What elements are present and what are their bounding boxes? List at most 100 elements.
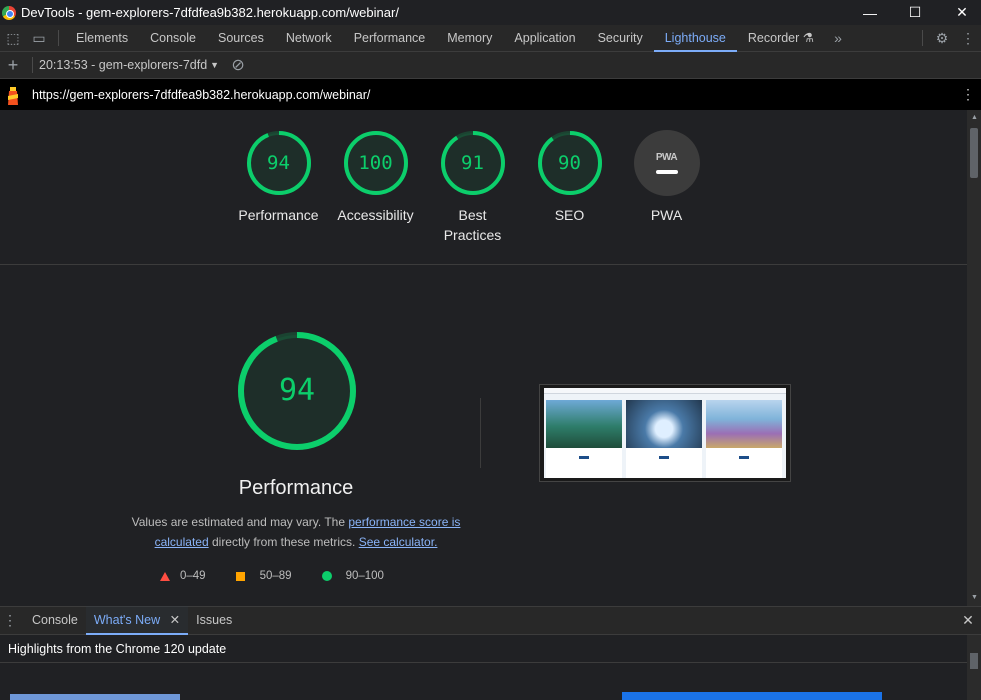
gauge-ring: 100 (343, 130, 409, 196)
report-url[interactable]: https://gem-explorers-7dfdfea9b382.herok… (32, 88, 370, 102)
legend-label: 90–100 (345, 570, 384, 582)
tab-sources[interactable]: Sources (207, 25, 275, 52)
divider (922, 30, 923, 46)
red-triangle-icon (160, 571, 170, 581)
more-options-icon[interactable]: ⋮ (955, 25, 981, 52)
drawer-menu-icon[interactable]: ⋮ (0, 607, 20, 634)
score-gauges: 94 Performance 100 Accessibility 91 Best… (230, 130, 715, 245)
tab-console[interactable]: Console (139, 25, 207, 52)
lighthouse-report: 94 Performance 100 Accessibility 91 Best… (0, 110, 967, 606)
green-circle-icon (321, 571, 332, 581)
whats-new-heading-cutoff (10, 694, 180, 700)
gauge-score: 90 (558, 152, 581, 174)
scroll-down-icon[interactable]: ▼ (971, 594, 978, 601)
close-drawer-icon[interactable]: ✕ (955, 607, 981, 634)
clear-reports-icon[interactable]: ⊘ (225, 52, 251, 79)
scroll-up-icon[interactable]: ▲ (971, 114, 978, 121)
more-tabs-icon[interactable]: » (825, 25, 851, 52)
divider (58, 30, 59, 46)
gauge-ring: 90 (537, 130, 603, 196)
see-calculator-link[interactable]: See calculator. (359, 535, 438, 549)
chevron-down-icon: ▼ (210, 60, 220, 70)
screenshot-header (544, 388, 786, 394)
legend-pass: 90–100 (321, 570, 384, 582)
tab-performance[interactable]: Performance (343, 25, 437, 52)
window-title: DevTools - gem-explorers-7dfdfea9b382.he… (21, 5, 399, 20)
drawer-tab-console[interactable]: Console (24, 606, 86, 635)
lighthouse-logo-icon (8, 86, 18, 105)
screenshot-card (626, 400, 702, 478)
settings-gear-icon[interactable]: ⚙ (929, 25, 955, 52)
vertical-divider (480, 398, 481, 468)
gauge-label: Best Practices (443, 207, 502, 243)
report-menu-icon[interactable]: ⋮ (955, 81, 981, 108)
inspect-element-icon[interactable]: ⬚ (0, 25, 26, 52)
tab-recorder[interactable]: Recorder ⚗ (737, 25, 825, 52)
gauge-performance[interactable]: 94 Performance (230, 130, 327, 245)
drawer-tabbar: ⋮ Console What's New ✕ Issues ✕ (0, 606, 981, 635)
legend-average: 50–89 (235, 570, 292, 582)
gauge-score: 94 (267, 152, 290, 174)
chrome-logo-icon (2, 5, 16, 20)
report-select[interactable]: 20:13:53 - gem-explorers-7dfd ▼ (39, 58, 219, 72)
new-report-icon[interactable]: + (0, 52, 26, 79)
tab-memory[interactable]: Memory (436, 25, 503, 52)
devtools-tabbar: ⬚ ▭ Elements Console Sources Network Per… (0, 25, 981, 52)
section-divider (0, 264, 967, 265)
desc-text: directly from these metrics. (208, 535, 359, 549)
gauge-label: PWA (650, 207, 683, 223)
close-tab-icon[interactable]: ✕ (170, 613, 180, 627)
tab-lighthouse[interactable]: Lighthouse (653, 25, 737, 52)
tab-recorder-label: Recorder (747, 30, 800, 45)
final-screenshot-thumbnail[interactable] (539, 384, 791, 482)
performance-score: 94 (278, 373, 316, 408)
whats-new-highlights: Highlights from the Chrome 120 update (0, 635, 967, 663)
scrollbar-thumb[interactable] (970, 128, 978, 178)
whats-new-banner-image (622, 692, 882, 700)
drawer-tab-issues[interactable]: Issues (188, 606, 240, 635)
gauge-best-practices[interactable]: 91 Best Practices (424, 130, 521, 245)
pwa-badge-text: PWA (655, 152, 678, 163)
lighthouse-toolbar: + 20:13:53 - gem-explorers-7dfd ▼ ⊘ (0, 52, 981, 79)
gauge-accessibility[interactable]: 100 Accessibility (327, 130, 424, 245)
tab-elements[interactable]: Elements (65, 25, 139, 52)
close-window-button[interactable]: ✕ (940, 0, 981, 25)
legend-label: 0–49 (180, 570, 206, 582)
device-toolbar-icon[interactable]: ▭ (26, 25, 52, 52)
gauge-score: 100 (358, 152, 393, 174)
maximize-button[interactable]: ☐ (893, 0, 937, 25)
tab-network[interactable]: Network (275, 25, 343, 52)
gauge-ring: 91 (440, 130, 506, 196)
gauge-score: 91 (461, 152, 484, 174)
screenshot-card (706, 400, 782, 478)
legend-label: 50–89 (259, 570, 292, 582)
screenshot-image (544, 388, 786, 478)
performance-description: Values are estimated and may vary. The p… (130, 512, 462, 552)
orange-square-icon (235, 571, 245, 581)
scrollbar-thumb[interactable] (970, 653, 978, 669)
gauge-pwa[interactable]: PWA PWA (618, 130, 715, 245)
pwa-dash (655, 170, 678, 174)
drawer-tab-label: What's New (93, 613, 161, 627)
tab-application[interactable]: Application (503, 25, 586, 52)
tab-security[interactable]: Security (587, 25, 654, 52)
drawer-scrollbar[interactable] (967, 635, 981, 700)
minimize-button[interactable]: — (848, 0, 892, 25)
performance-big-gauge: 94 (236, 330, 358, 452)
gauge-ring: 94 (246, 130, 312, 196)
pwa-badge-icon: PWA (633, 130, 700, 196)
drawer-tab-whats-new[interactable]: What's New ✕ (85, 606, 189, 635)
whats-new-content (0, 663, 967, 700)
legend-fail: 0–49 (160, 570, 206, 582)
report-scrollbar[interactable]: ▲ ▼ (967, 110, 981, 606)
flask-icon: ⚗ (802, 30, 815, 45)
performance-title: Performance (238, 477, 354, 499)
desc-text: Values are estimated and may vary. The (131, 515, 349, 529)
score-legend: 0–49 50–89 90–100 (160, 570, 414, 582)
gauge-label: Accessibility (337, 207, 414, 223)
report-url-bar: https://gem-explorers-7dfdfea9b382.herok… (0, 79, 981, 110)
gauge-label: Performance (238, 207, 319, 223)
gauge-label: SEO (554, 207, 585, 223)
gauge-seo[interactable]: 90 SEO (521, 130, 618, 245)
report-select-value: 20:13:53 - gem-explorers-7dfd (39, 58, 208, 72)
